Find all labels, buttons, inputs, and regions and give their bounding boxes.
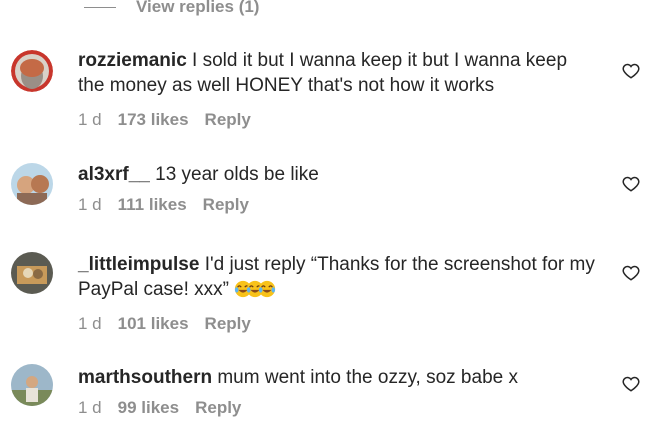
comment-username[interactable]: al3xrf__ (78, 164, 150, 185)
reply-button[interactable]: Reply (205, 110, 251, 130)
comment-text: rozziemanic I sold it but I wanna keep i… (78, 48, 598, 98)
comment-time: 1 d (78, 195, 102, 214)
comment-text: al3xrf__ 13 year olds be like (78, 162, 598, 187)
avatar[interactable] (11, 364, 53, 406)
comment-username[interactable]: _littleimpulse (78, 254, 199, 275)
reply-button[interactable]: Reply (203, 195, 249, 215)
reply-button[interactable]: Reply (195, 398, 241, 418)
avatar[interactable] (11, 163, 53, 205)
comment-time: 1 d (78, 110, 102, 129)
comment-time: 1 d (78, 398, 102, 417)
avatar[interactable] (11, 50, 53, 92)
heart-outline-icon[interactable] (622, 62, 640, 80)
comment-username[interactable]: marthsouthern (78, 367, 212, 388)
comment-time: 1 d (78, 314, 102, 333)
laughing-emoji-group (234, 279, 276, 300)
comment-username[interactable]: rozziemanic (78, 50, 187, 71)
comment-likes[interactable]: 101 likes (118, 314, 189, 334)
heart-outline-icon[interactable] (622, 375, 640, 393)
avatar[interactable] (11, 252, 53, 294)
comment-likes[interactable]: 99 likes (118, 398, 179, 418)
comment-message: mum went into the ozzy, soz babe x (212, 367, 518, 388)
view-replies-line (84, 6, 116, 8)
comment-text: marthsouthern mum went into the ozzy, so… (78, 365, 598, 390)
reply-button[interactable]: Reply (205, 314, 251, 334)
comment-likes[interactable]: 111 likes (118, 195, 187, 215)
comment-text: _littleimpulse I'd just reply “Thanks fo… (78, 252, 598, 302)
heart-outline-icon[interactable] (622, 175, 640, 193)
face-with-tears-of-joy-icon (259, 280, 276, 298)
comment-likes[interactable]: 173 likes (118, 110, 189, 130)
heart-outline-icon[interactable] (622, 264, 640, 282)
view-replies-button[interactable]: View replies (1) (84, 0, 259, 17)
view-replies-label: View replies (1) (136, 0, 260, 16)
comment-message: 13 year olds be like (149, 164, 319, 185)
